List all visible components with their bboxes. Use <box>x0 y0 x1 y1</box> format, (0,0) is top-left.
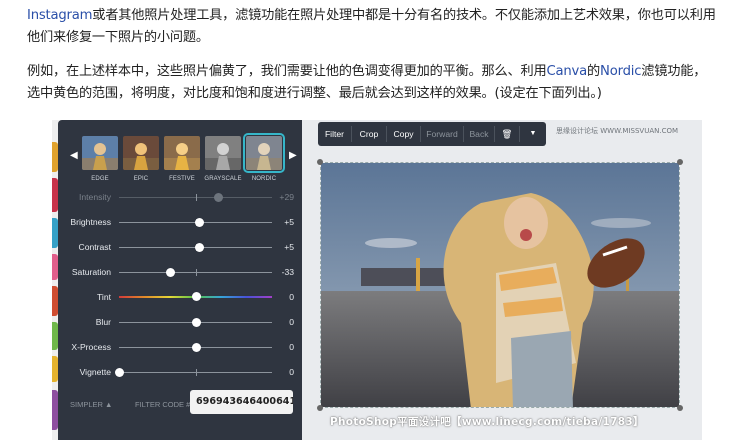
slider-knob[interactable] <box>115 368 124 377</box>
article-paragraph-2: 例如，在上述样本中，这些照片偏黄了，我们需要让他的色调变得更加的平衡。那么、利用… <box>27 61 717 105</box>
filter-thumb-edge[interactable] <box>82 136 118 170</box>
slider-label: X-Process <box>71 342 111 352</box>
slider-track[interactable] <box>115 368 272 377</box>
slider-center-tick <box>195 369 197 376</box>
filter-next-arrow-icon[interactable]: ▶ <box>289 150 297 161</box>
filter-thumb-grayscale[interactable] <box>205 136 241 170</box>
slider-track[interactable] <box>119 243 272 252</box>
filter-button[interactable]: Filter <box>318 122 351 146</box>
slider-label: Vignette <box>79 367 111 377</box>
contrast-slider: Contrast +5 <box>58 239 302 255</box>
slider-value: -33 <box>281 267 294 277</box>
back-button[interactable]: Back <box>464 122 494 146</box>
slider-label: Saturation <box>71 267 111 277</box>
design-canvas: Filter Crop Copy Forward Back 🗑 ▼ 思缘设计论坛… <box>302 120 702 440</box>
vignette-slider: Vignette 0 <box>58 364 302 380</box>
slider-value: 0 <box>289 342 294 352</box>
slider-knob[interactable] <box>213 193 223 202</box>
slider-center-tick <box>195 194 197 201</box>
filter-prev-arrow-icon[interactable]: ◀ <box>70 150 78 161</box>
slider-value: 0 <box>289 317 294 327</box>
article-paragraph-1: Instagram或者其他照片处理工具，滤镜功能在照片处理中都是十分有名的技术。… <box>27 5 717 49</box>
simpler-toggle[interactable]: SIMPLER ▲ <box>70 400 112 409</box>
forward-button[interactable]: Forward <box>421 122 463 146</box>
slider-value: +29 <box>279 192 294 202</box>
filter-carousel: ◀ ▶ EDGE EPIC FESTIVE GRAYSCALE NORDIC <box>68 132 297 184</box>
slider-value: 0 <box>289 292 294 302</box>
slider-knob[interactable] <box>191 292 201 301</box>
slider-knob[interactable] <box>191 343 201 352</box>
site-label: 思缘设计论坛 WWW.MISSVUAN.COM <box>556 127 679 135</box>
slider-label: Intensity <box>78 192 111 202</box>
slider-value: +5 <box>284 217 294 227</box>
xprocess-slider: X-Process 0 <box>58 339 302 355</box>
slider-track[interactable] <box>119 268 272 277</box>
brightness-slider: Brightness +5 <box>58 214 302 230</box>
resize-handle[interactable] <box>317 159 323 165</box>
filter-code-label: FILTER CODE # <box>135 400 191 409</box>
slider-track[interactable] <box>119 343 272 352</box>
beach-photo-image <box>321 163 679 407</box>
slider-center-tick <box>195 269 197 276</box>
slider-track[interactable] <box>119 218 272 227</box>
canva-link[interactable]: Canva <box>547 64 588 79</box>
slider-knob[interactable] <box>191 318 201 327</box>
paragraph-1-text: 或者其他照片处理工具，滤镜功能在照片处理中都是十分有名的技术。不仅能添加上艺术效… <box>27 8 716 45</box>
nordic-link[interactable]: Nordic <box>600 64 641 79</box>
chevron-down-icon[interactable]: ▼ <box>520 122 546 146</box>
filter-thumb-epic[interactable] <box>123 136 159 170</box>
saturation-slider: Saturation -33 <box>58 264 302 280</box>
copy-button[interactable]: Copy <box>387 122 420 146</box>
slider-knob[interactable] <box>195 218 205 227</box>
resize-handle[interactable] <box>317 405 323 411</box>
resize-handle[interactable] <box>677 405 683 411</box>
slider-knob[interactable] <box>166 268 176 277</box>
panel-footer: SIMPLER ▲ FILTER CODE # 696943646400641d <box>58 388 302 428</box>
tint-slider: Tint 0 <box>58 289 302 305</box>
slider-label: Tint <box>96 292 111 302</box>
filter-thumb-nordic[interactable] <box>243 133 285 173</box>
edited-photo[interactable] <box>320 162 680 408</box>
filter-code-field[interactable]: 696943646400641d <box>190 390 293 414</box>
slider-knob[interactable] <box>195 243 205 252</box>
slider-track[interactable] <box>119 292 272 301</box>
filter-editor-panel: ◀ ▶ EDGE EPIC FESTIVE GRAYSCALE NORDIC I… <box>58 120 302 440</box>
image-toolbar: Filter Crop Copy Forward Back 🗑 ▼ <box>318 122 546 146</box>
slider-label: Contrast <box>78 242 111 252</box>
slider-label: Blur <box>95 317 111 327</box>
filter-thumb-festive[interactable] <box>164 136 200 170</box>
crop-button[interactable]: Crop <box>352 122 386 146</box>
slider-label: Brightness <box>70 217 111 227</box>
watermark-text: PhotoShop平面设计吧【www.linecg.com/tieba/1783… <box>330 416 644 428</box>
blur-slider: Blur 0 <box>58 314 302 330</box>
paragraph-2-text-a: 例如，在上述样本中，这些照片偏黄了，我们需要让他的色调变得更加的平衡。那么、利用 <box>27 64 547 79</box>
intensity-slider: Intensity +29 <box>58 189 302 205</box>
paragraph-2-text-c: 的 <box>587 64 601 79</box>
filter-label: NORDIC <box>251 176 277 182</box>
slider-track[interactable] <box>119 193 272 202</box>
slider-track[interactable] <box>119 318 272 327</box>
trash-icon[interactable]: 🗑 <box>495 122 519 146</box>
instagram-link[interactable]: Instagram <box>27 8 92 23</box>
resize-handle[interactable] <box>677 159 683 165</box>
slider-value: 0 <box>289 367 294 377</box>
slider-value: +5 <box>284 242 294 252</box>
